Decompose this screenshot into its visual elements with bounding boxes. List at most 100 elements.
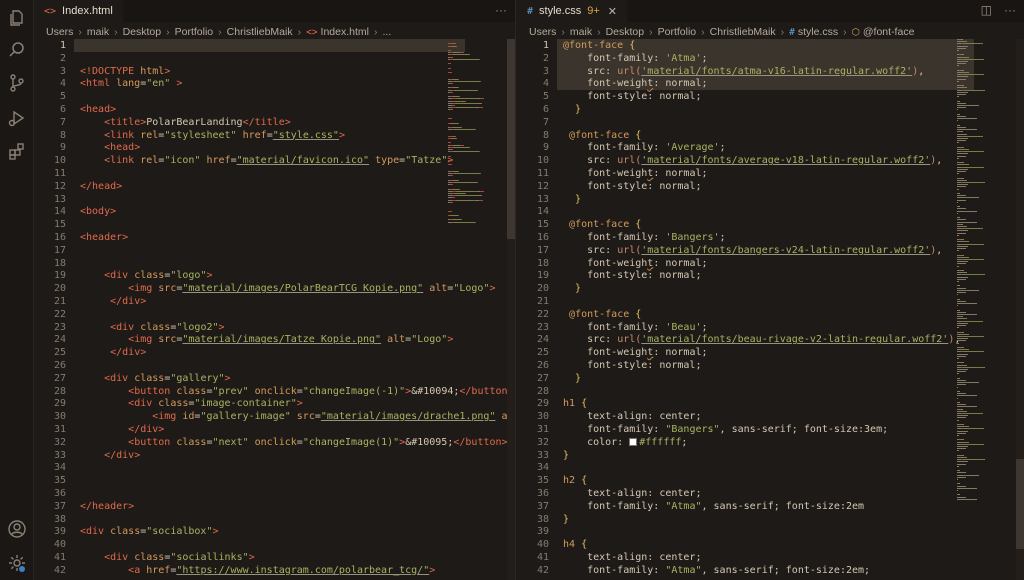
breadcrumb-item[interactable]: Portfolio (175, 26, 214, 38)
code-line[interactable]: 15 (34, 218, 515, 231)
code-line[interactable]: 27 <div class="gallery"> (34, 372, 515, 385)
breadcrumb-item[interactable]: <> Index.html (306, 26, 369, 38)
account-icon[interactable] (7, 519, 27, 539)
code-line[interactable]: 38 (34, 513, 515, 526)
code-line[interactable]: 6 } (517, 103, 1024, 116)
code-line[interactable]: 4 font-weight: normal; (517, 77, 1024, 90)
code-line[interactable]: 35 (34, 474, 515, 487)
code-line[interactable]: 31 </div> (34, 423, 515, 436)
breadcrumb-item[interactable]: Portfolio (658, 26, 697, 38)
tab-index-html[interactable]: <> Index.html (34, 0, 123, 22)
more-actions-icon[interactable]: ··· (495, 3, 507, 17)
scrollbar-thumb-right[interactable] (1016, 459, 1024, 549)
code-line[interactable]: 3 src: url('material/fonts/atma-v16-lati… (517, 65, 1024, 78)
more-actions-icon[interactable]: ··· (1004, 3, 1016, 17)
code-line[interactable]: 14 <body> (34, 205, 515, 218)
code-line[interactable]: 1 @font-face { (517, 39, 1024, 52)
code-line[interactable]: 12 font-style: normal; (517, 180, 1024, 193)
scrollbar-right[interactable] (1016, 39, 1024, 580)
code-line[interactable]: 11 font-weight: normal; (517, 167, 1024, 180)
code-line[interactable]: 39 <div class="socialbox"> (34, 525, 515, 538)
explorer-icon[interactable] (7, 8, 27, 28)
code-line[interactable]: 37 </header> (34, 500, 515, 513)
code-line[interactable]: 28 <button class="prev" onclick="changeI… (34, 385, 515, 398)
code-line[interactable]: 29 h1 { (517, 397, 1024, 410)
code-line[interactable]: 41 <div class="sociallinks"> (34, 551, 515, 564)
minimap-left[interactable] (448, 39, 484, 580)
code-line[interactable]: 42 <a href="https://www.instagram.com/po… (34, 564, 515, 577)
code-line[interactable]: 38} (517, 513, 1024, 526)
code-line[interactable]: 5 (34, 90, 515, 103)
code-line[interactable]: 13 } (517, 193, 1024, 206)
code-line[interactable]: 23 font-family: 'Beau'; (517, 321, 1024, 334)
color-swatch[interactable] (629, 437, 638, 446)
code-line[interactable]: 26 font-style: normal; (517, 359, 1024, 372)
code-line[interactable]: 14 (517, 205, 1024, 218)
code-line[interactable]: 32 color: #ffffff; (517, 436, 1024, 449)
code-line[interactable]: 40 h4 { (517, 538, 1024, 551)
code-line[interactable]: 17 (34, 244, 515, 257)
breadcrumb-item[interactable]: # style.css (789, 26, 838, 38)
breadcrumb-item[interactable]: Users (529, 26, 556, 38)
code-line[interactable]: 17 src: url('material/fonts/bangers-v24-… (517, 244, 1024, 257)
code-line[interactable]: 6 <head> (34, 103, 515, 116)
code-line[interactable]: 13 (34, 193, 515, 206)
breadcrumb-item[interactable]: ChristliebMaik (227, 26, 293, 38)
code-line[interactable]: 8 @font-face { (517, 129, 1024, 142)
code-line[interactable]: 12 </head> (34, 180, 515, 193)
code-line[interactable]: 5 font-style: normal; (517, 90, 1024, 103)
code-line[interactable]: 21 </div> (34, 295, 515, 308)
source-control-icon[interactable] (7, 73, 27, 93)
code-line[interactable]: 25 font-weight: normal; (517, 346, 1024, 359)
scrollbar-thumb-left[interactable] (507, 39, 515, 239)
extensions-icon[interactable] (7, 142, 27, 162)
code-line[interactable]: 2 (34, 52, 515, 65)
code-line[interactable]: 18 font-weight: normal; (517, 257, 1024, 270)
code-line[interactable]: 34 (517, 461, 1024, 474)
code-line[interactable]: 19 <div class="logo"> (34, 269, 515, 282)
code-line[interactable]: 41 text-align: center; (517, 551, 1024, 564)
code-line[interactable]: 36 (34, 487, 515, 500)
breadcrumb-item[interactable]: maik (87, 26, 109, 38)
code-line[interactable]: 10 <link rel="icon" href="material/favic… (34, 154, 515, 167)
breadcrumb-item[interactable]: Desktop (123, 26, 162, 38)
code-line[interactable]: 10 src: url('material/fonts/average-v18-… (517, 154, 1024, 167)
search-icon[interactable] (7, 40, 27, 60)
minimap-right[interactable] (957, 39, 1017, 580)
close-tab-icon[interactable]: ✕ (608, 5, 617, 18)
code-line[interactable]: 19 font-style: normal; (517, 269, 1024, 282)
code-line[interactable]: 16 <header> (34, 231, 515, 244)
code-line[interactable]: 39 (517, 525, 1024, 538)
scrollbar-left[interactable] (507, 39, 515, 580)
code-line[interactable]: 24 src: url('material/fonts/beau-rivage-… (517, 333, 1024, 346)
code-line[interactable]: 23 <div class="logo2"> (34, 321, 515, 334)
code-line[interactable]: 36 text-align: center; (517, 487, 1024, 500)
code-line[interactable]: 20 } (517, 282, 1024, 295)
code-line[interactable]: 8 <link rel="stylesheet" href="style.css… (34, 129, 515, 142)
split-editor-icon[interactable]: ◫ (981, 3, 992, 17)
tab-style-css[interactable]: # style.css 9+ ✕ (517, 0, 627, 22)
code-line[interactable]: 16 font-family: 'Bangers'; (517, 231, 1024, 244)
code-line[interactable]: 29 <div class="image-container"> (34, 397, 515, 410)
breadcrumb-item[interactable]: ... (383, 26, 392, 38)
code-line[interactable]: 2 font-family: 'Atma'; (517, 52, 1024, 65)
code-line[interactable]: 35 h2 { (517, 474, 1024, 487)
breadcrumb-item[interactable]: Users (46, 26, 73, 38)
code-line[interactable]: 34 (34, 461, 515, 474)
code-line[interactable]: 25 </div> (34, 346, 515, 359)
breadcrumb-item[interactable]: ⬡ @font-face (852, 26, 915, 38)
code-line[interactable]: 22 @font-face { (517, 308, 1024, 321)
code-line[interactable]: 42 font-family: "Atma", sans-serif; font… (517, 564, 1024, 577)
code-line[interactable]: 33 </div> (34, 449, 515, 462)
code-line[interactable]: 24 <img src="material/images/Tatze Kopie… (34, 333, 515, 346)
code-line[interactable]: 7 <title>PolarBearLanding</title> (34, 116, 515, 129)
code-line[interactable]: 21 (517, 295, 1024, 308)
manage-gear-icon[interactable] (7, 553, 27, 573)
breadcrumb-item[interactable]: maik (570, 26, 592, 38)
code-line[interactable]: 33} (517, 449, 1024, 462)
code-line[interactable]: 9 <head> (34, 141, 515, 154)
code-line[interactable]: 27 } (517, 372, 1024, 385)
code-line[interactable]: 11 (34, 167, 515, 180)
breadcrumb-item[interactable]: ChristliebMaik (710, 26, 776, 38)
code-line[interactable]: 40 (34, 538, 515, 551)
